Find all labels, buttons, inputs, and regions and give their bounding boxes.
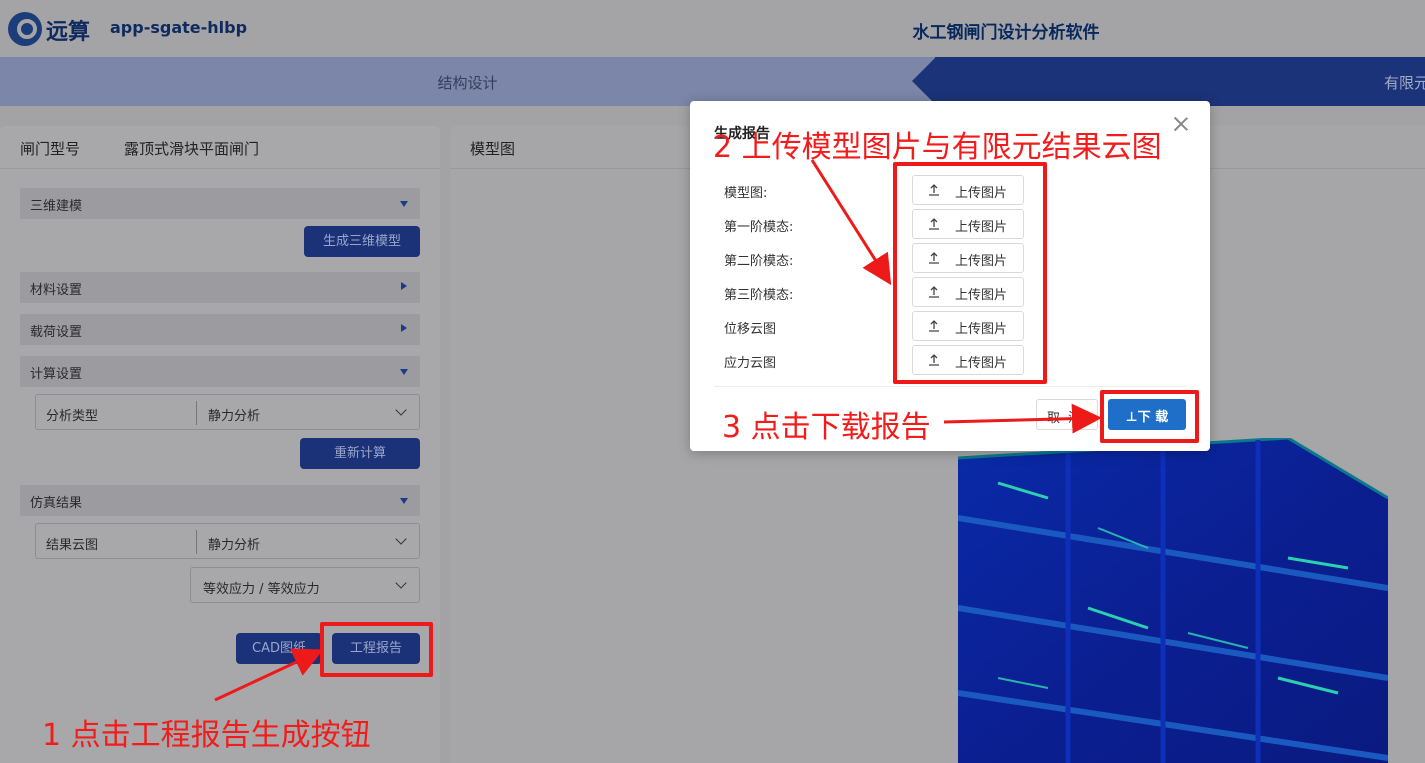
arrow-to-upload-buttons (810, 159, 892, 286)
annotation-step-2: 2 上传模型图片与有限元结果云图 (713, 130, 1162, 165)
arrow-to-report-button (214, 648, 324, 702)
annotation-step-1: 1 点击工程报告生成按钮 (42, 718, 371, 753)
annotation-arrows (214, 159, 1102, 702)
annotation-step-3: 3 点击下载报告 (722, 410, 931, 445)
arrow-to-download-button (943, 403, 1102, 434)
